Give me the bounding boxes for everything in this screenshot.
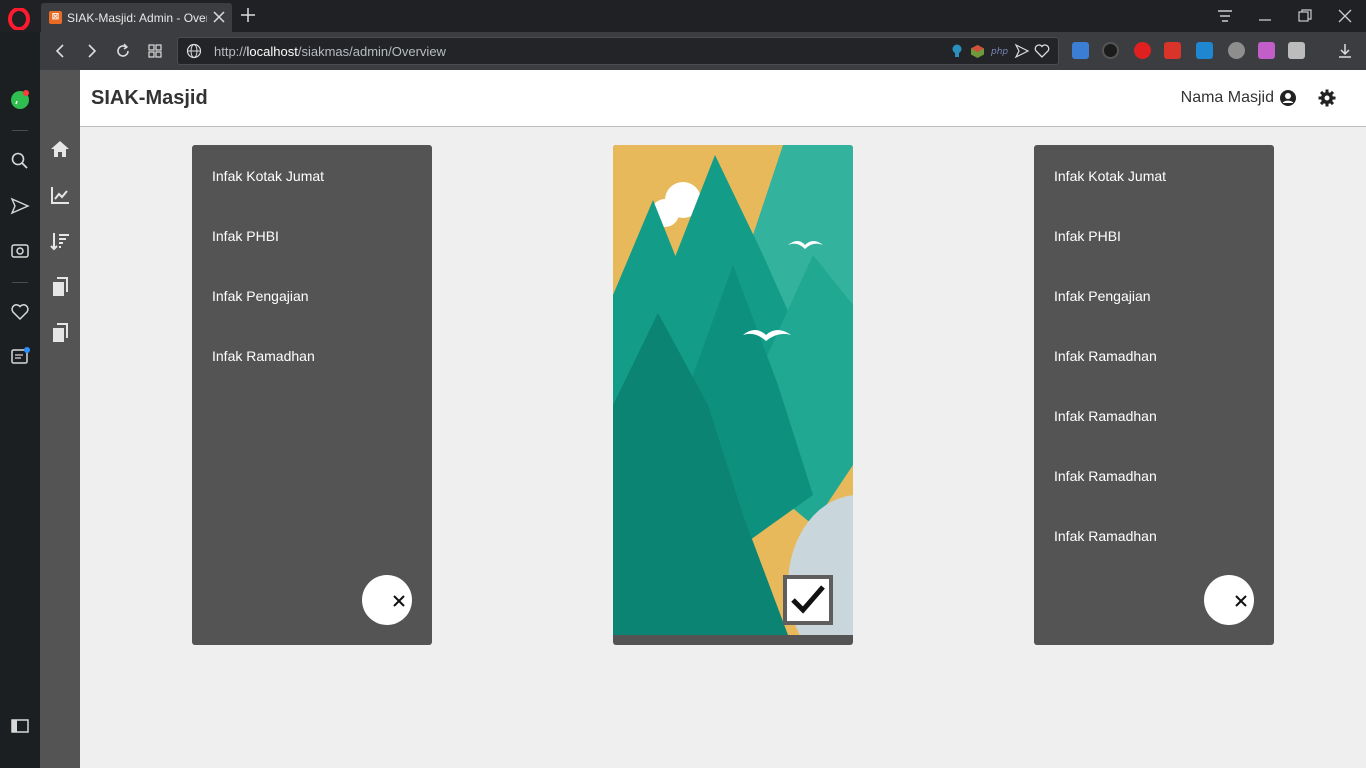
url-input[interactable]: http://localhost/siakmas/admin/Overview … xyxy=(177,37,1059,65)
s-extension-icon[interactable] xyxy=(1288,42,1305,59)
close-button[interactable] xyxy=(362,575,412,625)
user-circle-icon[interactable] xyxy=(1279,89,1297,107)
user-name[interactable]: Nama Masjid xyxy=(1181,89,1274,107)
tab-menu-icon[interactable] xyxy=(1216,7,1234,25)
sidebar-divider xyxy=(12,130,28,131)
plus-icon[interactable] xyxy=(240,7,256,23)
heart-icon[interactable] xyxy=(1034,43,1050,59)
list-item[interactable]: Infak Pengajian xyxy=(1054,288,1151,304)
opera-logo-icon[interactable] xyxy=(8,8,30,30)
send-icon[interactable] xyxy=(10,196,30,216)
list-item[interactable]: Infak Ramadhan xyxy=(1054,348,1157,364)
home-icon[interactable] xyxy=(49,138,71,160)
list-item[interactable]: Infak Ramadhan xyxy=(1054,528,1157,544)
list-item[interactable]: Infak Ramadhan xyxy=(212,348,315,364)
close-icon xyxy=(393,595,405,607)
close-icon[interactable] xyxy=(212,10,226,24)
copy-icon[interactable] xyxy=(49,276,71,298)
sidebar-divider xyxy=(12,282,28,283)
send-icon[interactable] xyxy=(1014,43,1030,59)
forward-icon[interactable] xyxy=(82,42,100,60)
news-icon[interactable] xyxy=(10,346,30,366)
bulb-icon[interactable] xyxy=(950,43,964,59)
tab-title: SIAK-Masjid: Admin - Overview xyxy=(67,10,207,25)
check-icon xyxy=(791,585,825,614)
globe-icon xyxy=(186,43,202,59)
sort-amount-icon[interactable] xyxy=(49,230,71,252)
php-icon[interactable]: php xyxy=(990,44,1010,58)
translate-extension-icon[interactable] xyxy=(1072,42,1089,59)
restore-icon[interactable] xyxy=(1296,7,1314,25)
opera-sidebar xyxy=(0,32,40,768)
js-extension-icon[interactable] xyxy=(1196,42,1213,59)
app-sidebar xyxy=(40,70,80,768)
list-item[interactable]: Infak Pengajian xyxy=(212,288,309,304)
list-item[interactable]: Infak Kotak Jumat xyxy=(212,168,324,184)
list-item[interactable]: Infak PHBI xyxy=(212,228,279,244)
browser-tab[interactable]: ⊠ SIAK-Masjid: Admin - Overview xyxy=(41,3,232,32)
close-button[interactable] xyxy=(1204,575,1254,625)
browser-addressbar: http://localhost/siakmas/admin/Overview … xyxy=(40,32,1366,70)
xampp-favicon-icon: ⊠ xyxy=(49,11,62,24)
app-viewport: SIAK-Masjid Nama Masjid Infak Kotak Juma… xyxy=(40,70,1366,768)
right-infak-card: Infak Kotak Jumat Infak PHBI Infak Penga… xyxy=(1034,145,1274,645)
list-item[interactable]: Infak Kotak Jumat xyxy=(1054,168,1166,184)
camera-icon[interactable] xyxy=(10,240,30,260)
reload-icon[interactable] xyxy=(114,42,132,60)
url-text: http://localhost/siakmas/admin/Overview xyxy=(214,44,446,59)
gear-icon[interactable] xyxy=(1317,88,1337,108)
color-extension-icon[interactable] xyxy=(1258,42,1275,59)
minimize-icon[interactable] xyxy=(1256,7,1274,25)
brand-title[interactable]: SIAK-Masjid xyxy=(91,87,208,110)
star-extension-icon[interactable] xyxy=(1164,42,1181,59)
ninja-extension-icon[interactable] xyxy=(1102,42,1119,59)
download-icon[interactable] xyxy=(1336,42,1354,60)
heart-icon[interactable] xyxy=(10,302,30,322)
block-extension-icon[interactable] xyxy=(1228,42,1245,59)
sidebar-toggle-icon[interactable] xyxy=(10,716,30,736)
forest-image-card xyxy=(613,145,853,645)
back-icon[interactable] xyxy=(52,42,70,60)
play-extension-icon[interactable] xyxy=(1134,42,1151,59)
app-header: SIAK-Masjid Nama Masjid xyxy=(80,70,1366,127)
chart-line-icon[interactable] xyxy=(49,184,71,206)
search-icon[interactable] xyxy=(10,151,30,171)
close-icon xyxy=(1235,595,1247,607)
cube-extension-icon[interactable] xyxy=(970,44,985,59)
list-item[interactable]: Infak Ramadhan xyxy=(1054,408,1157,424)
window-close-icon[interactable] xyxy=(1336,7,1354,25)
list-item[interactable]: Infak Ramadhan xyxy=(1054,468,1157,484)
svg-text:php: php xyxy=(990,47,1008,57)
left-infak-card: Infak Kotak Jumat Infak PHBI Infak Penga… xyxy=(192,145,432,645)
approve-checkbox[interactable] xyxy=(783,575,833,625)
browser-tabbar: ⊠ SIAK-Masjid: Admin - Overview xyxy=(0,0,1366,32)
forest-illustration xyxy=(613,145,853,645)
speed-dial-icon[interactable] xyxy=(146,42,164,60)
copy-icon[interactable] xyxy=(49,322,71,344)
list-item[interactable]: Infak PHBI xyxy=(1054,228,1121,244)
whatsapp-icon[interactable] xyxy=(10,90,30,110)
